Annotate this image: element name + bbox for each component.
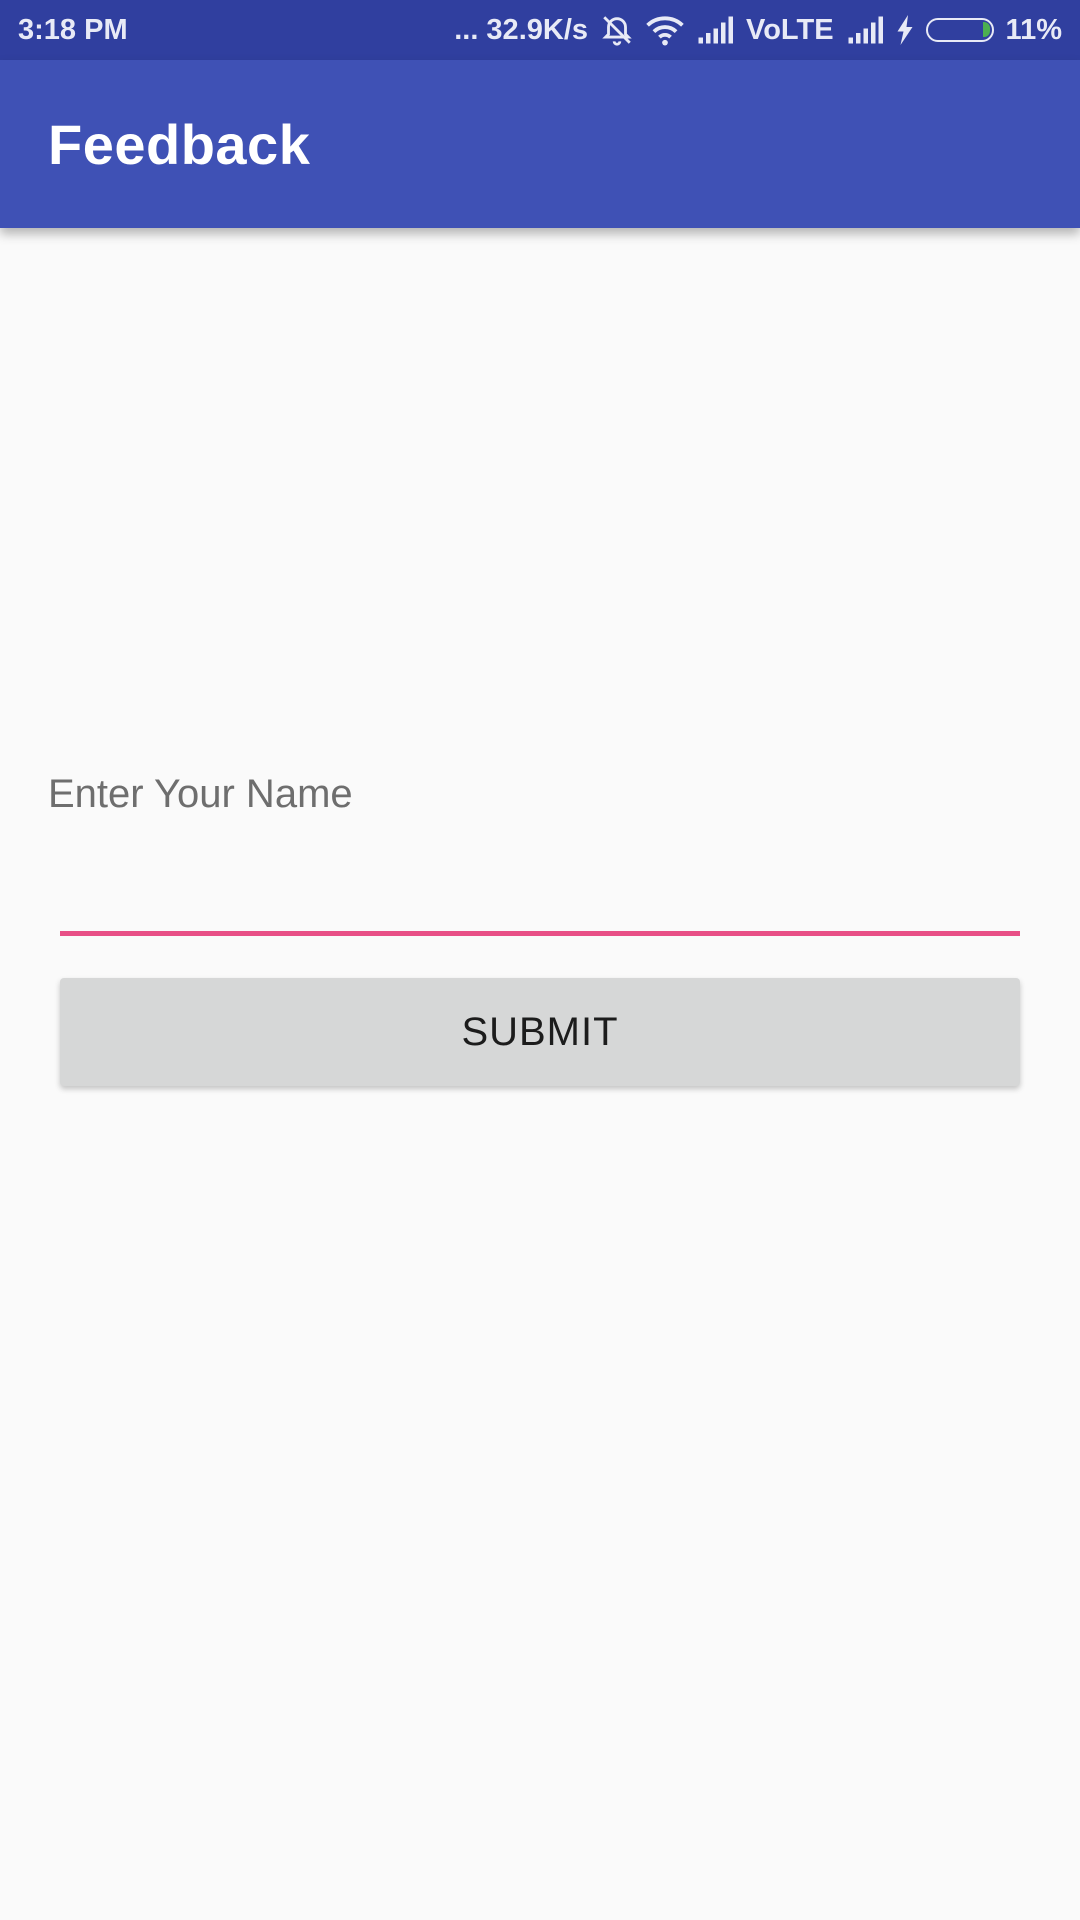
network-speed: ... 32.9K/s [454,13,589,46]
wifi-icon [646,14,684,46]
feedback-screen: 3:18 PM ... 32.9K/s VoLTE 11% Feedback E… [0,0,1080,1920]
battery-level-fill [982,22,990,37]
battery-icon [925,18,994,42]
battery-percent: 11% [1005,13,1062,46]
submit-button[interactable]: SUBMIT [60,978,1020,1086]
status-bar: 3:18 PM ... 32.9K/s VoLTE 11% [0,0,1080,60]
app-bar: Feedback [0,60,1080,228]
page-title: Feedback [48,112,311,176]
status-time: 3:18 PM [18,13,128,46]
signal-icon [846,15,884,45]
charging-icon [896,15,914,45]
name-field-label: Enter Your Name [48,772,353,816]
alarm-off-icon [600,13,634,47]
status-icons: ... 32.9K/s VoLTE 11% [454,13,1062,47]
network-type: VoLTE [746,13,834,46]
signal-icon [696,15,734,45]
name-input[interactable] [60,850,1020,936]
